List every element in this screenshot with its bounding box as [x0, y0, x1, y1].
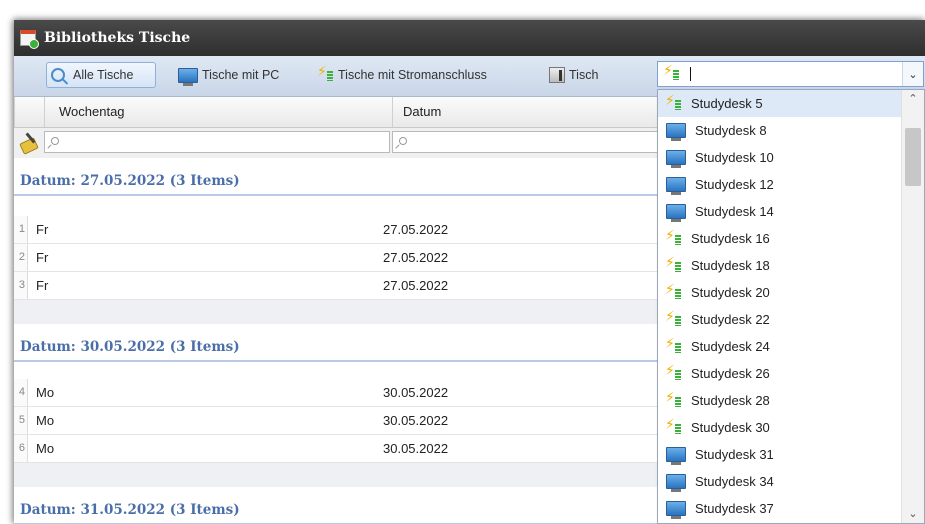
pc-icon: [178, 67, 198, 86]
pc-icon: [666, 177, 686, 195]
dropdown-option[interactable]: Studydesk 20: [658, 279, 924, 306]
date-cell: 27.05.2022: [383, 250, 449, 265]
dropdown-option-label: Studydesk 28: [691, 393, 770, 408]
pc-icon: [666, 474, 686, 492]
dropdown-option-label: Studydesk 14: [695, 204, 774, 219]
power-outlet-icon: [665, 309, 682, 328]
dropdown-option-label: Studydesk 26: [691, 366, 770, 381]
desks-with-power-button[interactable]: Tische mit Stromanschluss: [314, 62, 491, 88]
pc-icon: [666, 447, 686, 465]
desks-with-power-label: Tische mit Stromanschluss: [338, 68, 487, 82]
all-desks-button[interactable]: Alle Tische: [46, 62, 156, 88]
pc-icon: [666, 204, 686, 222]
desk-dropdown-list: Studydesk 5 Studydesk 8 Studydesk 10 Studyd…: [657, 89, 925, 524]
desks-with-pc-button[interactable]: Tische mit PC: [174, 62, 283, 88]
date-cell: 30.05.2022: [383, 441, 449, 456]
chevron-down-icon[interactable]: ⌄: [902, 505, 924, 523]
dropdown-option[interactable]: Studydesk 30: [658, 414, 924, 441]
power-outlet-icon: [665, 363, 682, 382]
clear-filter-icon[interactable]: [19, 132, 39, 152]
dropdown-option-label: Studydesk 18: [691, 258, 770, 273]
search-icon: [51, 68, 65, 82]
date-cell: 27.05.2022: [383, 278, 449, 293]
dropdown-option[interactable]: Studydesk 22: [658, 306, 924, 333]
power-outlet-icon: [665, 255, 682, 274]
filter-search-icon: [51, 137, 59, 145]
chevron-down-icon[interactable]: ⌄: [902, 62, 923, 86]
weekday-cell: Mo: [36, 385, 55, 400]
scrollbar-thumb[interactable]: [905, 128, 921, 186]
weekday-cell: Mo: [36, 413, 55, 428]
dropdown-option[interactable]: Studydesk 24: [658, 333, 924, 360]
dropdown-option[interactable]: Studydesk 37: [658, 495, 924, 522]
pc-icon: [666, 123, 686, 141]
date-cell: 30.05.2022: [383, 385, 449, 400]
weekday-cell: Fr: [36, 222, 49, 237]
dropdown-option[interactable]: Studydesk 8: [658, 117, 924, 144]
window-title: Bibliotheks Tische: [44, 30, 191, 46]
row-number: 6: [14, 435, 28, 462]
power-outlet-icon: [665, 282, 682, 301]
power-outlet-icon: [665, 417, 682, 436]
dropdown-option[interactable]: Studydesk 14: [658, 198, 924, 225]
desk-label: Tisch: [569, 68, 599, 82]
row-number-header: [14, 97, 44, 127]
column-header-weekday[interactable]: Wochentag: [44, 97, 392, 127]
dropdown-items: Studydesk 5 Studydesk 8 Studydesk 10 Studyd…: [658, 90, 924, 522]
dropdown-option-label: Studydesk 12: [695, 177, 774, 192]
dropdown-option-label: Studydesk 24: [691, 339, 770, 354]
title-bar: Bibliotheks Tische: [14, 20, 925, 56]
dropdown-option[interactable]: Studydesk 31: [658, 441, 924, 468]
dropdown-option-label: Studydesk 8: [695, 123, 767, 138]
dropdown-option[interactable]: Studydesk 16: [658, 225, 924, 252]
power-outlet-icon: [665, 93, 682, 112]
pc-icon: [666, 150, 686, 168]
dropdown-option[interactable]: Studydesk 12: [658, 171, 924, 198]
dropdown-option[interactable]: Studydesk 18: [658, 252, 924, 279]
filter-search-icon: [399, 137, 407, 145]
row-number: 5: [14, 407, 28, 434]
dropdown-option-label: Studydesk 31: [695, 447, 774, 462]
power-outlet-icon: [665, 228, 682, 247]
dropdown-option-label: Studydesk 22: [691, 312, 770, 327]
dropdown-option-label: Studydesk 30: [691, 420, 770, 435]
dropdown-option[interactable]: Studydesk 34: [658, 468, 924, 495]
power-outlet-icon: [663, 63, 680, 82]
dropdown-option-label: Studydesk 5: [691, 96, 763, 111]
row-number: 1: [14, 216, 28, 243]
row-number: 4: [14, 379, 28, 406]
dropdown-option[interactable]: Studydesk 28: [658, 387, 924, 414]
dropdown-option-label: Studydesk 20: [691, 285, 770, 300]
all-desks-label: Alle Tische: [73, 68, 134, 82]
row-number: 2: [14, 244, 28, 271]
weekday-cell: Mo: [36, 441, 55, 456]
power-outlet-icon: [665, 390, 682, 409]
dropdown-option-label: Studydesk 16: [691, 231, 770, 246]
weekday-cell: Fr: [36, 250, 49, 265]
dropdown-option[interactable]: Studydesk 10: [658, 144, 924, 171]
power-outlet-icon: [317, 64, 334, 83]
dropdown-scrollbar[interactable]: ⌃ ⌄: [901, 90, 924, 523]
chevron-up-icon[interactable]: ⌃: [902, 90, 924, 108]
date-cell: 30.05.2022: [383, 413, 449, 428]
dropdown-option[interactable]: Studydesk 26: [658, 360, 924, 387]
weekday-filter-input[interactable]: [44, 131, 390, 153]
date-cell: 27.05.2022: [383, 222, 449, 237]
calendar-icon: [20, 30, 39, 49]
dropdown-option-label: Studydesk 34: [695, 474, 774, 489]
dropdown-option[interactable]: Studydesk 5: [658, 90, 924, 117]
dropdown-option-label: Studydesk 37: [695, 501, 774, 516]
power-outlet-icon: [665, 336, 682, 355]
weekday-cell: Fr: [36, 278, 49, 293]
desk-combobox[interactable]: ⌄: [657, 61, 924, 87]
desk-icon: [549, 67, 565, 83]
row-number: 3: [14, 272, 28, 299]
pc-icon: [666, 501, 686, 519]
dropdown-option-label: Studydesk 10: [695, 150, 774, 165]
text-cursor: [690, 67, 691, 81]
desk-button[interactable]: Tisch: [545, 62, 602, 88]
desks-with-pc-label: Tische mit PC: [202, 68, 280, 82]
